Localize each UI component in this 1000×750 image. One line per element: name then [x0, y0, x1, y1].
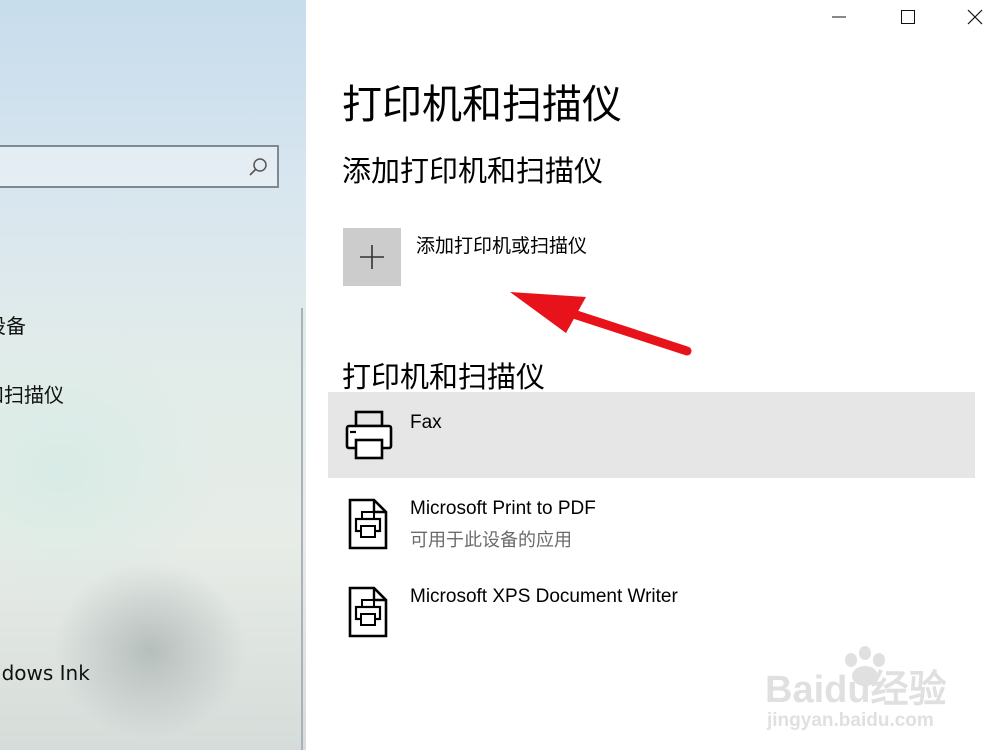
nav-item-label: 蓝牙和其他设备: [0, 314, 26, 338]
nav-item-bluetooth-devices[interactable]: 蓝牙和其他设备: [0, 310, 300, 340]
search-icon[interactable]: [248, 157, 268, 177]
maximize-icon: [901, 10, 915, 24]
nav-item-label: Windows Ink: [0, 661, 90, 685]
device-item-fax[interactable]: Fax: [328, 392, 975, 478]
minimize-icon: [832, 16, 846, 18]
device-subtitle: 可用于此设备的应用: [410, 530, 572, 551]
search-input[interactable]: [6, 153, 240, 181]
device-name: Microsoft Print to PDF: [410, 498, 596, 519]
navigation-pane: 蓝牙和其他设备 打印机和扫描仪 Windows Ink: [0, 0, 306, 750]
nav-item-printers-scanners[interactable]: 打印机和扫描仪: [0, 379, 300, 409]
nav-item-windows-ink[interactable]: Windows Ink: [0, 661, 300, 691]
fax-printer-icon: [345, 410, 393, 460]
document-printer-icon: [348, 498, 388, 550]
add-printer-button[interactable]: [343, 228, 401, 286]
watermark-url: jingyan.baidu.com: [766, 710, 934, 731]
minimize-button[interactable]: [816, 0, 862, 34]
maximize-button[interactable]: [885, 0, 931, 34]
device-name: Fax: [410, 412, 442, 433]
add-printer-label[interactable]: 添加打印机或扫描仪: [416, 231, 587, 258]
baidu-jingyan-watermark: Baidu经验 jingyan.baidu.com: [765, 646, 947, 731]
nav-scrollbar[interactable]: [301, 308, 303, 750]
watermark-brand: Baidu经验: [765, 669, 947, 711]
close-icon: [967, 9, 983, 25]
nav-item-label: 打印机和扫描仪: [0, 383, 64, 407]
close-button[interactable]: [952, 0, 998, 34]
page-title: 打印机和扫描仪: [342, 82, 622, 128]
settings-search-box[interactable]: [0, 145, 279, 188]
device-item-print-to-pdf[interactable]: Microsoft Print to PDF 可用于此设备的应用: [328, 480, 975, 566]
plus-icon: [360, 245, 384, 269]
add-section-title: 添加打印机和扫描仪: [342, 154, 604, 188]
device-name: Microsoft XPS Document Writer: [410, 586, 678, 607]
annotation-arrow-icon: [510, 292, 692, 356]
document-printer-icon: [348, 586, 388, 638]
